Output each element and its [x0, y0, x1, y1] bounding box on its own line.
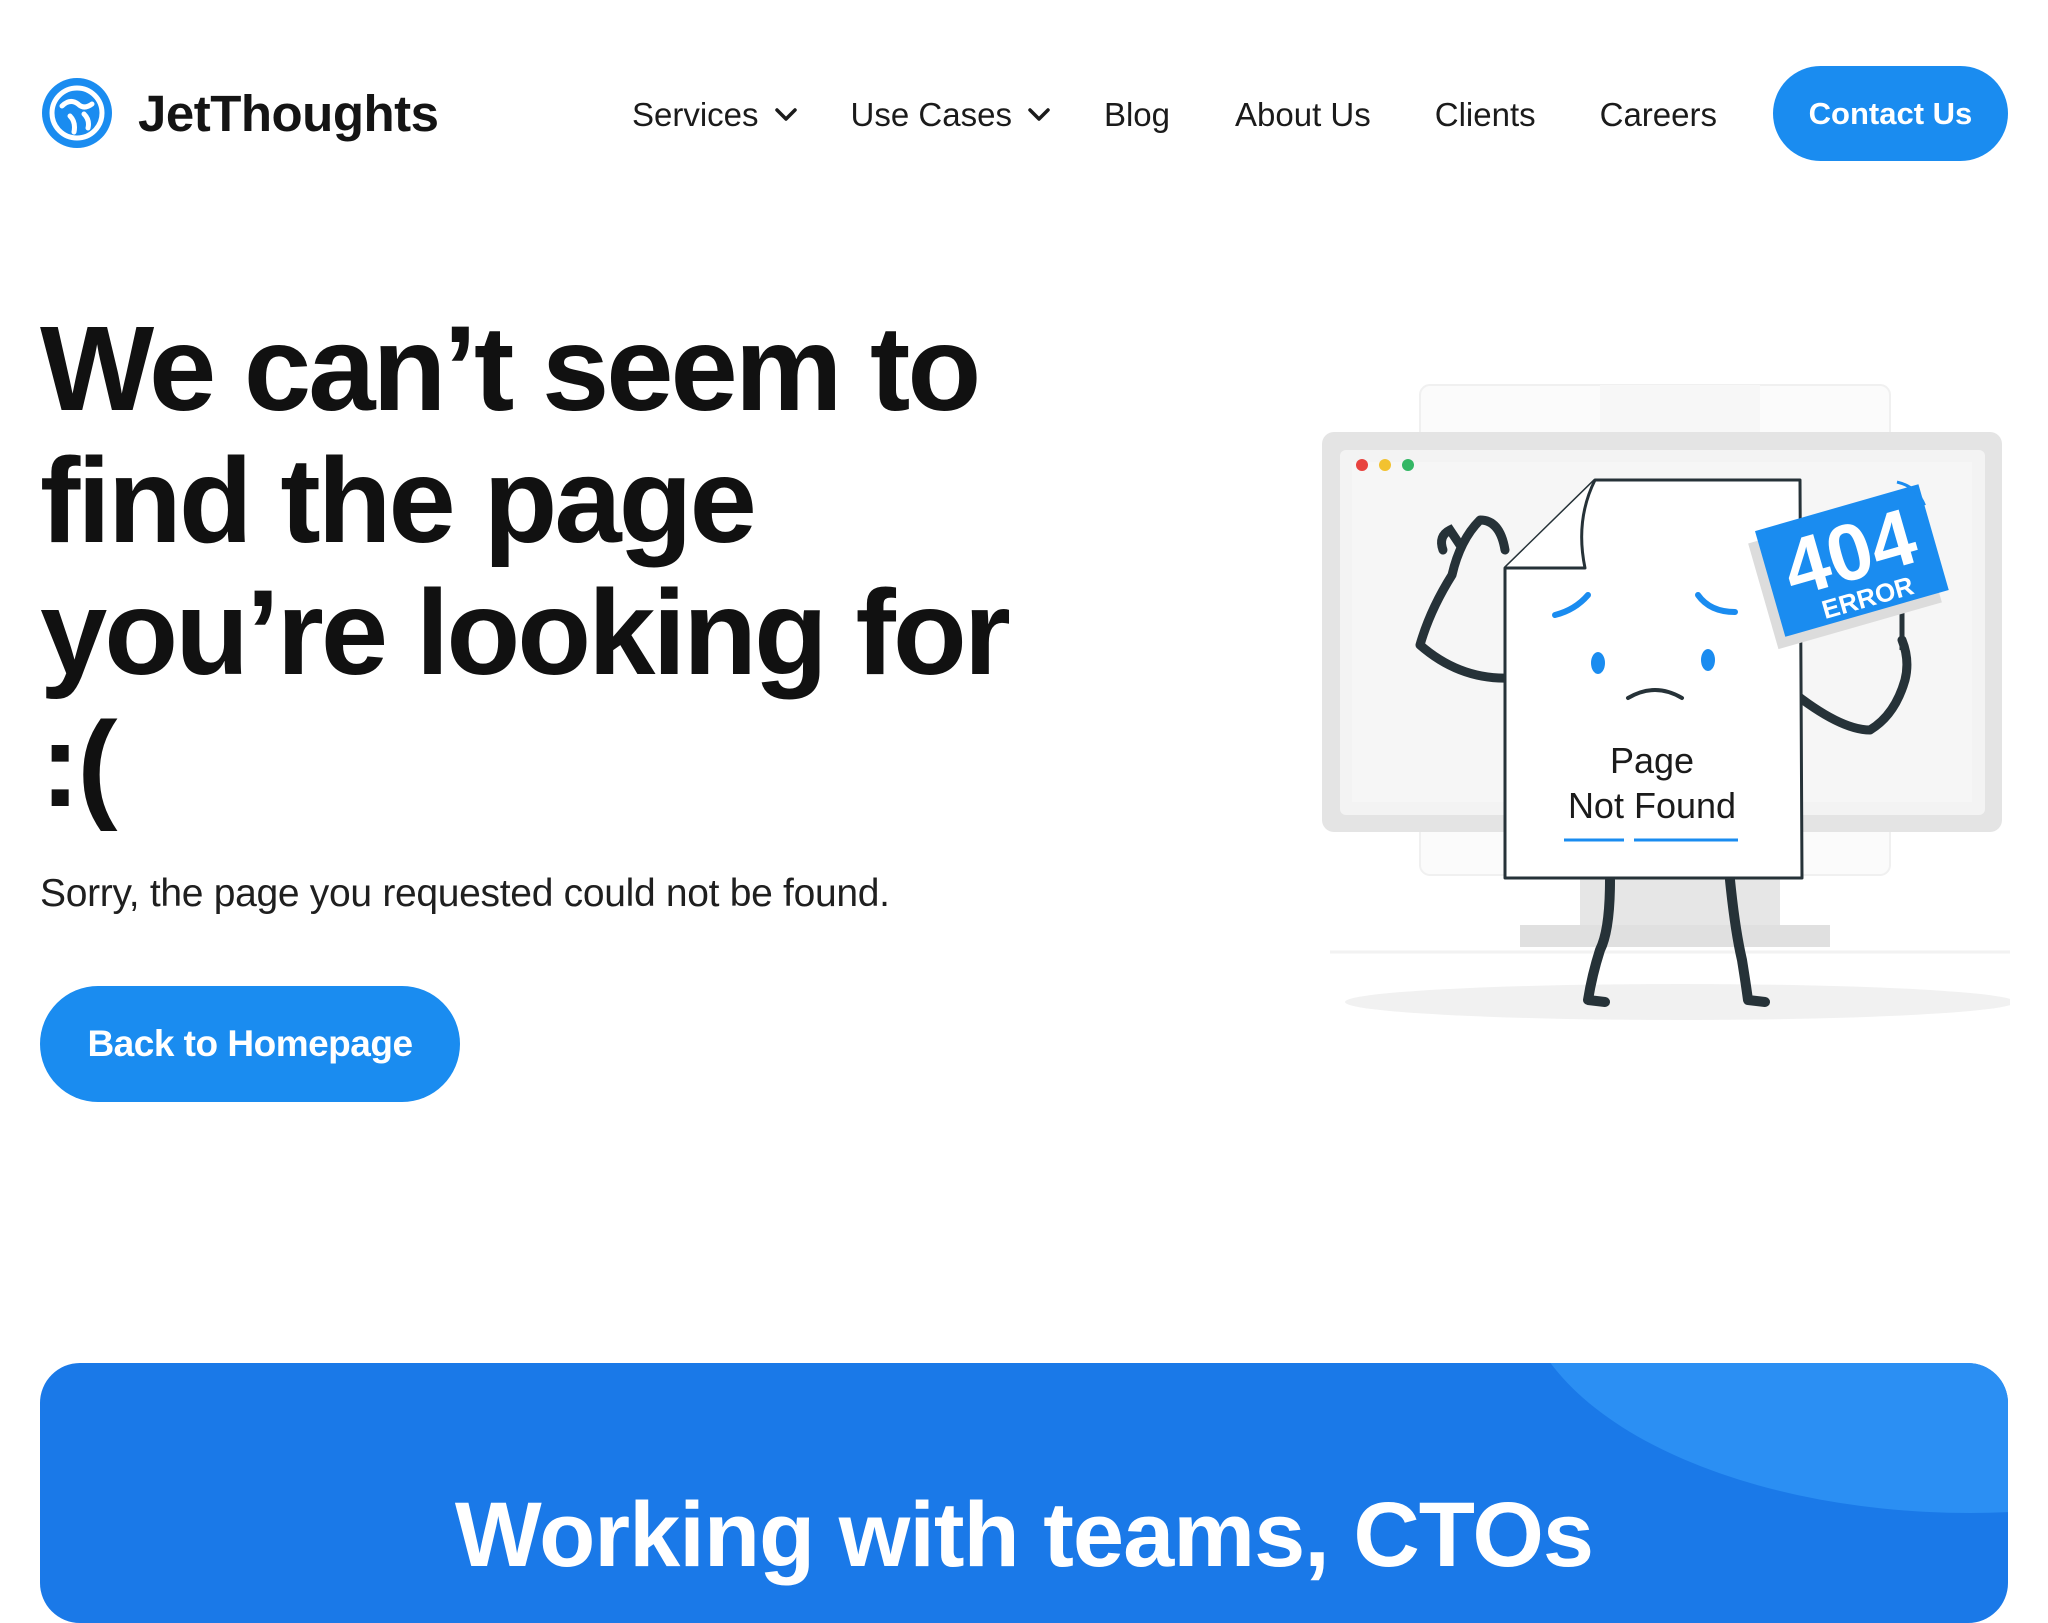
- site-header: JetThoughts Services Use Cases Blog Abou…: [0, 0, 2048, 230]
- nav-use-cases-label: Use Cases: [850, 96, 1012, 133]
- contact-us-button[interactable]: Contact Us: [1773, 66, 2008, 161]
- title-line: We can’t seem to: [40, 300, 981, 436]
- chevron-down-icon: [774, 108, 797, 121]
- nav-services-label: Services: [632, 96, 759, 133]
- not-found-label: Not Found: [1568, 785, 1736, 826]
- nav-about-us[interactable]: About Us: [1235, 96, 1371, 134]
- logo-text: JetThoughts: [138, 84, 439, 142]
- title-line: :(: [40, 696, 118, 832]
- 404-illustration: Page Not Found 404 ERROR: [1310, 370, 2010, 1030]
- logo-link[interactable]: JetThoughts: [40, 76, 439, 150]
- nav-clients[interactable]: Clients: [1435, 96, 1536, 134]
- globe-logo-icon: [42, 78, 112, 148]
- nav-services[interactable]: Services: [632, 96, 799, 134]
- main-nav: Services Use Cases Blog About Us Clients…: [632, 90, 1717, 140]
- title-line: you’re looking for: [40, 564, 1011, 700]
- red-dot-icon: [1356, 459, 1368, 471]
- nav-blog[interactable]: Blog: [1104, 96, 1170, 134]
- green-dot-icon: [1402, 459, 1414, 471]
- back-to-homepage-button[interactable]: Back to Homepage: [40, 986, 460, 1102]
- chevron-down-icon: [1028, 108, 1050, 121]
- page-not-found-illustration: Page Not Found 404 ERROR: [1322, 384, 2010, 1020]
- error-message: Sorry, the page you requested could not …: [40, 872, 890, 915]
- nav-careers[interactable]: Careers: [1600, 96, 1717, 134]
- title-line: find the page: [40, 432, 757, 568]
- page-label: Page: [1610, 740, 1694, 781]
- page-title: We can’t seem to find the page you’re lo…: [40, 302, 1120, 830]
- yellow-dot-icon: [1379, 459, 1391, 471]
- cta-banner: Working with teams, CTOs: [40, 1363, 2008, 1623]
- nav-use-cases[interactable]: Use Cases: [851, 96, 1052, 134]
